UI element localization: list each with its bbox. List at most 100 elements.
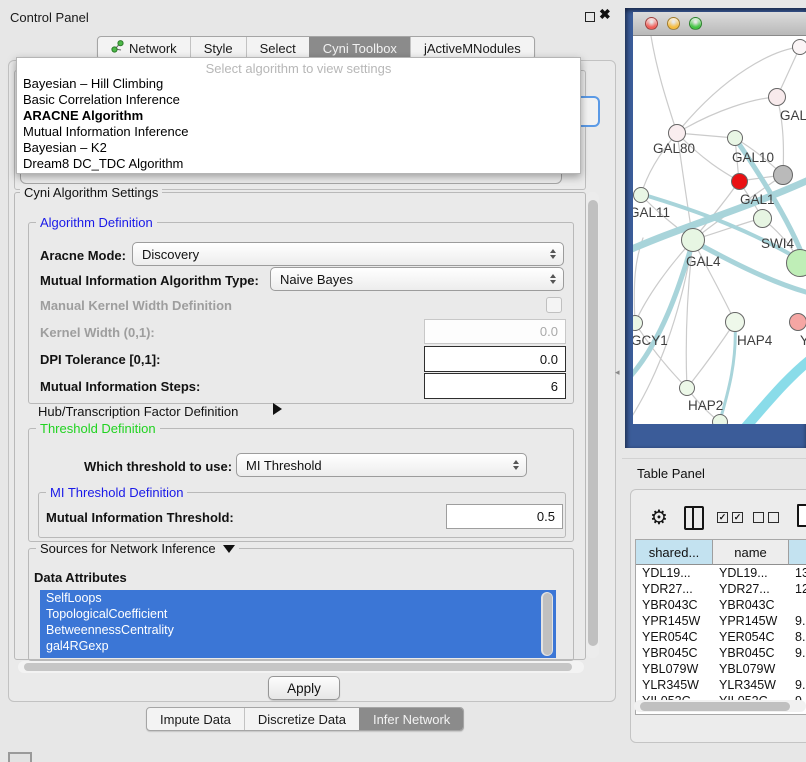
document-icon[interactable] [797, 504, 806, 527]
manual-kernel-checkbox[interactable] [546, 297, 562, 313]
sources-collapse-icon[interactable] [223, 545, 235, 553]
network-node-gal[interactable] [768, 88, 786, 106]
attribute-item-gal4rgexp[interactable]: gal4RGexp [40, 638, 556, 654]
close-icon[interactable]: ✖ [599, 6, 611, 23]
network-node-gal1[interactable] [731, 173, 748, 190]
threshold-definition-title: Threshold Definition [36, 422, 160, 435]
table-cell[interactable]: YBL079W [713, 661, 789, 677]
table-row[interactable]: YER054CYER054C8. [636, 629, 806, 645]
network-node-y[interactable] [789, 313, 806, 331]
algorithm-option-aracne-algorithm[interactable]: ARACNE Algorithm [17, 108, 580, 124]
table-cell[interactable]: 9. [789, 613, 806, 629]
unchecked-pair-icon[interactable] [753, 512, 779, 523]
network-node-hap4[interactable] [725, 312, 745, 332]
column-header-cut[interactable] [789, 540, 806, 565]
network-node[interactable] [773, 165, 793, 185]
network-node[interactable] [712, 414, 728, 424]
table-cell[interactable]: YBR045C [636, 645, 713, 661]
dpi-tolerance-input[interactable]: 0.0 [424, 346, 566, 372]
attribute-item-betweennesscentrality[interactable]: BetweennessCentrality [40, 622, 556, 638]
attribute-item-selfloops[interactable]: SelfLoops [40, 590, 556, 606]
network-node[interactable] [786, 249, 806, 277]
tab-style[interactable]: Style [190, 37, 246, 59]
which-threshold-combo[interactable]: MI Threshold [236, 453, 527, 477]
table-cell[interactable]: YER054C [636, 629, 713, 645]
table-cell[interactable]: YBR045C [713, 645, 789, 661]
column-header-shared[interactable]: shared... [636, 540, 713, 565]
algorithm-option-basic-correlation-inference[interactable]: Basic Correlation Inference [17, 92, 580, 108]
kernel-width-label: Kernel Width (0,1): [40, 325, 155, 340]
hub-section-expand-icon[interactable] [273, 403, 282, 415]
table-cell[interactable]: YDL19... [636, 565, 713, 581]
network-node[interactable] [792, 39, 806, 55]
network-node-hap2[interactable] [679, 380, 695, 396]
settings-hscrollbar-thumb[interactable] [24, 663, 572, 671]
table-row[interactable]: YDL19...YDL19...13 [636, 565, 806, 581]
float-window-icon[interactable] [585, 12, 595, 22]
zoom-traffic-light[interactable] [689, 17, 702, 30]
gear-icon[interactable]: ⚙ [648, 505, 670, 529]
table-cell[interactable]: YLR345W [636, 677, 713, 693]
tab-infer-network[interactable]: Infer Network [359, 708, 463, 730]
data-attributes-list[interactable]: SelfLoopsTopologicalCoefficientBetweenne… [40, 590, 556, 658]
table-cell[interactable] [789, 661, 806, 677]
table-hscrollbar-thumb[interactable] [640, 702, 790, 711]
table-row[interactable]: YDR27...YDR27...12 [636, 581, 806, 597]
tab-discretize-data[interactable]: Discretize Data [244, 708, 359, 730]
split-columns-icon[interactable] [684, 506, 704, 530]
tab-impute-data[interactable]: Impute Data [147, 708, 244, 730]
network-node-gal11[interactable] [633, 187, 649, 203]
table-cell[interactable]: YBR043C [636, 597, 713, 613]
table-cell[interactable]: YER054C [713, 629, 789, 645]
attributes-scrollbar-thumb[interactable] [543, 593, 552, 655]
network-node-gal80[interactable] [668, 124, 686, 142]
settings-scrollbar-thumb[interactable] [588, 200, 598, 646]
algorithm-option-bayesian-hill-climbing[interactable]: Bayesian – Hill Climbing [17, 76, 580, 92]
apply-button[interactable]: Apply [268, 676, 340, 700]
table-cell[interactable]: YLR345W [713, 677, 789, 693]
panel-splitter-handle[interactable]: ◂ [615, 368, 620, 377]
table-row[interactable]: YBR045CYBR045C9. [636, 645, 806, 661]
table-cell[interactable]: 8. [789, 629, 806, 645]
network-node-swi4[interactable] [753, 209, 772, 228]
table-cell[interactable]: YBR043C [713, 597, 789, 613]
docked-panel-icon[interactable] [8, 752, 32, 762]
tab-cyni-toolbox[interactable]: Cyni Toolbox [309, 37, 410, 59]
table-row[interactable]: YBL079WYBL079W [636, 661, 806, 677]
mi-steps-input[interactable]: 6 [424, 373, 566, 399]
table-cell[interactable]: 9. [789, 677, 806, 693]
tab-network[interactable]: Network [98, 37, 190, 59]
algorithm-option-dream8-dc-tdc-algorithm[interactable]: Dream8 DC_TDC Algorithm [17, 156, 580, 172]
attribute-item-topologicalcoefficient[interactable]: TopologicalCoefficient [40, 606, 556, 622]
table-row[interactable]: YBR043CYBR043C [636, 597, 806, 613]
close-traffic-light[interactable] [645, 17, 658, 30]
table-cell[interactable]: 12 [789, 581, 806, 597]
algorithm-option-mutual-information-inference[interactable]: Mutual Information Inference [17, 124, 580, 140]
minimize-traffic-light[interactable] [667, 17, 680, 30]
tab-jactivemnodules[interactable]: jActiveMNodules [410, 37, 534, 59]
table-cell[interactable]: 9. [789, 645, 806, 661]
table-row[interactable]: YPR145WYPR145W9. [636, 613, 806, 629]
table-cell[interactable]: YPR145W [636, 613, 713, 629]
network-node-gal4[interactable] [681, 228, 705, 252]
table-cell[interactable]: YPR145W [713, 613, 789, 629]
table-cell[interactable]: YDR27... [713, 581, 789, 597]
mi-threshold-input[interactable]: 0.5 [446, 504, 563, 529]
network-node-gal10[interactable] [727, 130, 743, 146]
checked-pair-icon[interactable]: ✓ ✓ [717, 512, 743, 523]
table-cell[interactable] [789, 597, 806, 613]
column-header-name[interactable]: name [713, 540, 789, 565]
algorithm-option-bayesian-k2[interactable]: Bayesian – K2 [17, 140, 580, 156]
mi-algorithm-type-combo[interactable]: Naive Bayes [270, 267, 564, 291]
kernel-width-input[interactable]: 0.0 [424, 319, 566, 344]
table-row[interactable]: YLR345WYLR345W9. [636, 677, 806, 693]
table-cell[interactable]: 13 [789, 565, 806, 581]
aracne-mode-combo[interactable]: Discovery [132, 242, 564, 266]
table-cell[interactable]: YDL19... [713, 565, 789, 581]
network-canvas[interactable]: GALGAL80GAL10GAL1GAL11SWI4GAL4GCY1HAP4YH… [633, 36, 806, 424]
table-cell[interactable]: YDR27... [636, 581, 713, 597]
tab-select[interactable]: Select [246, 37, 309, 59]
network-window-titlebar[interactable] [633, 12, 806, 36]
dpi-tolerance-label: DPI Tolerance [0,1]: [40, 352, 160, 367]
table-cell[interactable]: YBL079W [636, 661, 713, 677]
